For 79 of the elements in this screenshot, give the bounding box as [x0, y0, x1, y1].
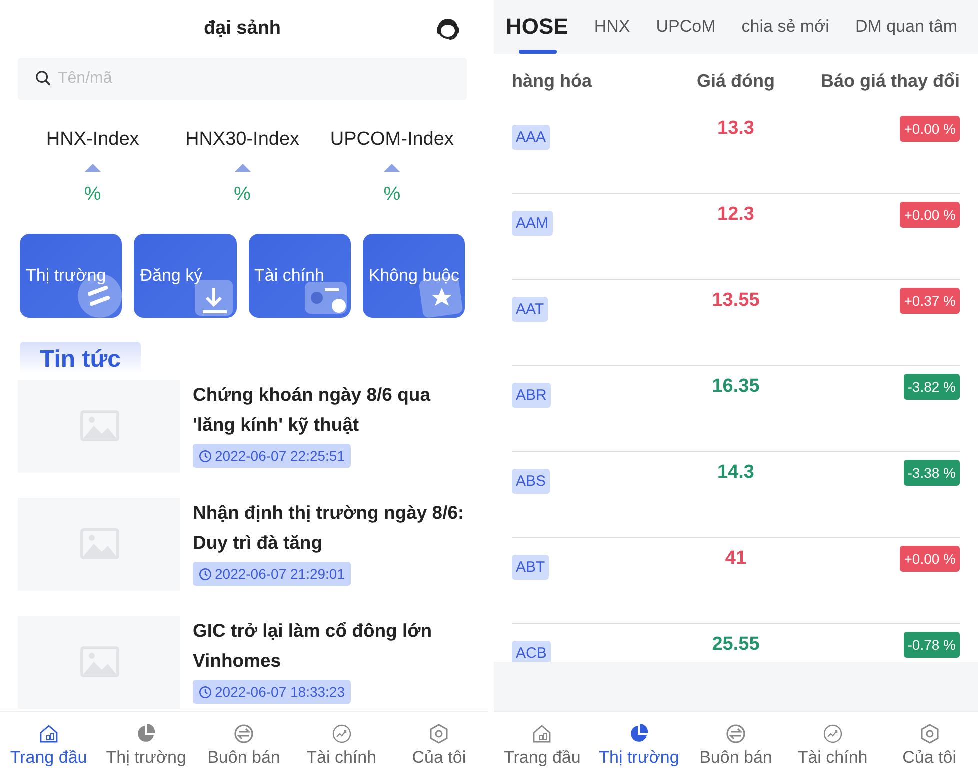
- closing-price: 41: [725, 548, 747, 570]
- closing-price: 13.3: [718, 118, 754, 140]
- time-text: 2022-06-07 18:33:23: [215, 684, 345, 700]
- tab-bar-item[interactable]: Tài chính: [292, 712, 390, 772]
- shortcut-card[interactable]: Thị trường: [20, 234, 122, 318]
- swap-icon: [232, 723, 255, 745]
- clock-icon: [199, 686, 212, 698]
- stock-symbol-tag[interactable]: ACB: [512, 641, 551, 662]
- stock-symbol-tag[interactable]: AAT: [512, 297, 548, 322]
- time-text: 2022-06-07 21:29:01: [215, 566, 345, 582]
- column-header: Giá đóng: [696, 70, 776, 92]
- index-percent: %: [234, 184, 251, 206]
- tab-bar-item[interactable]: Trang đầu: [494, 712, 591, 772]
- image-placeholder-icon: [18, 498, 180, 591]
- headset-icon[interactable]: [435, 16, 461, 42]
- exchange-tab[interactable]: UPCoM: [643, 0, 729, 54]
- news-headline[interactable]: Chứng khoán ngày 8/6 qua 'lăng kính' kỹ thuật: [193, 380, 467, 440]
- tab-bar-item[interactable]: Thị trường: [98, 712, 196, 772]
- index-name: HNX30-Index: [185, 128, 300, 152]
- page-title: đại sảnh: [204, 18, 282, 40]
- search-icon: [35, 70, 52, 87]
- index-name: UPCOM-Index: [330, 128, 454, 152]
- image-placeholder-icon: [18, 616, 180, 709]
- index-percent: %: [84, 184, 102, 206]
- index-percent: %: [384, 184, 401, 206]
- shortcut-card[interactable]: Tài chính: [248, 234, 351, 318]
- shortcut-card[interactable]: Đăng ký: [134, 234, 236, 318]
- column-header: Báo giá thay đổi: [820, 70, 960, 92]
- pie-chart-icon: [135, 723, 158, 745]
- change-badge: -3.82 %: [904, 374, 960, 400]
- trend-icon: [330, 723, 353, 745]
- tab-bar-item[interactable]: Buôn bán: [195, 712, 293, 772]
- change-badge: +0.00 %: [900, 202, 960, 228]
- closing-price: 13.55: [712, 290, 760, 312]
- stock-symbol-tag[interactable]: ABR: [512, 383, 551, 408]
- house-icon: [38, 723, 60, 745]
- closing-price: 12.3: [718, 204, 754, 226]
- change-badge: -3.38 %: [904, 460, 960, 486]
- closing-price: 16.35: [712, 376, 760, 398]
- exchange-tab[interactable]: HNX: [581, 0, 644, 54]
- pie-chart-icon: [628, 723, 650, 745]
- change-badge: +0.37 %: [900, 288, 960, 314]
- closing-price: 14.3: [718, 462, 754, 484]
- clock-icon: [199, 568, 212, 580]
- news-heading: Tin tức: [20, 342, 141, 374]
- exchange-tab[interactable]: HOSE: [494, 0, 582, 54]
- change-badge: -0.78 %: [904, 632, 960, 658]
- tab-bar-item[interactable]: Tài chính: [784, 712, 882, 772]
- time-text: 2022-06-07 22:25:51: [215, 448, 345, 464]
- tab-bar-item[interactable]: Buôn bán: [688, 712, 784, 772]
- news-headline[interactable]: GIC trở lại làm cổ đông lớn Vinhomes: [193, 616, 467, 676]
- stock-symbol-tag[interactable]: ABS: [512, 469, 550, 494]
- column-header: hàng hóa: [512, 70, 594, 92]
- clock-icon: [199, 450, 212, 462]
- up-triangle-icon: [384, 164, 400, 172]
- exchange-tab[interactable]: DM quan tâm: [842, 0, 971, 54]
- hexagon-icon: [428, 723, 450, 745]
- up-triangle-icon: [234, 164, 250, 172]
- change-badge: +0.00 %: [900, 546, 960, 572]
- image-placeholder-icon: [18, 380, 180, 473]
- house-icon: [531, 723, 554, 745]
- up-triangle-icon: [84, 164, 101, 172]
- tab-bar-item[interactable]: Trang đầu: [0, 712, 98, 772]
- trend-icon: [822, 723, 844, 745]
- shortcut-card[interactable]: Không buộc: [362, 234, 465, 318]
- stock-symbol-tag[interactable]: AAA: [512, 125, 550, 150]
- tab-bar-item[interactable]: Của tôi: [881, 712, 978, 772]
- tab-bar-item[interactable]: Thị trường: [590, 712, 688, 772]
- tab-bar-item[interactable]: Của tôi: [390, 712, 488, 772]
- exchange-tab[interactable]: chia sẻ mới: [728, 0, 842, 54]
- news-headline[interactable]: Nhận định thị trường ngày 8/6: Duy trì đà tăng: [193, 498, 467, 558]
- search-field[interactable]: Tên/mã: [18, 58, 467, 100]
- stock-symbol-tag[interactable]: AAM: [512, 211, 553, 236]
- closing-price: 25.55: [712, 634, 760, 656]
- stock-symbol-tag[interactable]: ABT: [512, 555, 550, 580]
- change-badge: +0.00 %: [900, 116, 960, 142]
- index-name: HNX-Index: [46, 128, 140, 152]
- hexagon-icon: [918, 723, 941, 745]
- swap-icon: [724, 723, 747, 745]
